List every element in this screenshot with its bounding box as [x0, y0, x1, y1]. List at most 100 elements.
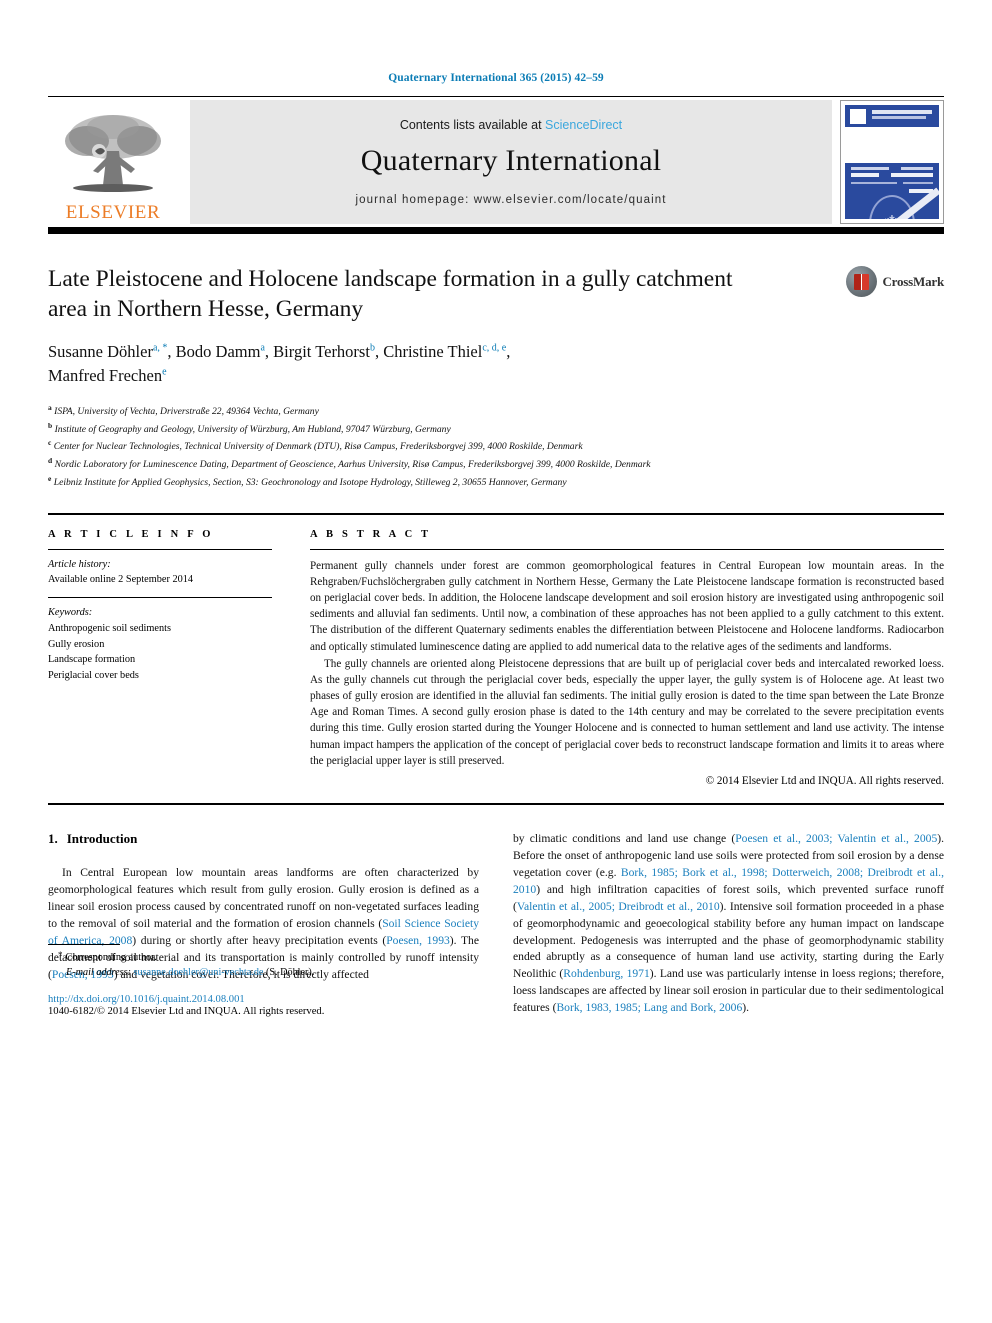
author-sup-5: e [162, 366, 167, 378]
intro-right-text-f: ). [742, 1001, 750, 1015]
author-name-5[interactable]: Manfred Frechen [48, 366, 162, 385]
affiliation-e: e Leibniz Institute for Applied Geophysi… [48, 473, 944, 491]
author-name-4[interactable]: Christine Thiel [383, 342, 482, 361]
cover-text-right-3 [903, 182, 933, 184]
cover-title-bar [872, 110, 932, 114]
intro-right-text-a: by climatic conditions and land use chan… [513, 832, 736, 846]
author-sup-4: c, d, e [482, 342, 507, 354]
email-suffix: (S. Döhler). [265, 966, 315, 978]
cover-art: ❄ [845, 105, 939, 219]
affiliation-list: a ISPA, University of Vechta, Driverstra… [48, 402, 944, 491]
intro-paragraph-right: by climatic conditions and land use chan… [513, 831, 944, 1017]
abstract-heading: A B S T R A C T [310, 528, 432, 540]
author-name-2[interactable]: Bodo Damm [176, 342, 261, 361]
section-title: Introduction [66, 831, 138, 847]
cover-white-panel [845, 127, 939, 163]
keyword-item: Gully erosion [48, 638, 105, 650]
author-name-3[interactable]: Birgit Terhorst [273, 342, 370, 361]
email-label: E-mail address: [66, 966, 131, 978]
abstract-rule [310, 548, 944, 550]
body-column-left: 1. Introduction In Central European low m… [48, 831, 479, 1017]
elsevier-tree-icon [65, 115, 161, 192]
info-section-top-rule [48, 512, 944, 515]
masthead-bottom-rule [48, 227, 944, 234]
author-name-1[interactable]: Susanne Döhler [48, 342, 153, 361]
affiliation-mark-e: e [48, 473, 52, 483]
abstract-column: A B S T R A C T Permanent gully channels… [296, 529, 944, 787]
crossmark-disc-icon [846, 266, 878, 297]
cover-text-left-1 [851, 167, 889, 170]
citation-link[interactable]: Valentin et al., 2005; Dreibrodt et al.,… [517, 900, 720, 913]
affiliation-text-a: ISPA, University of Vechta, Driverstraße… [54, 406, 319, 418]
author-sup-3: b [369, 342, 375, 354]
corresponding-author-note: * Corresponding author. [48, 949, 479, 965]
journal-reference: Quaternary International 365 (2015) 42–5… [388, 72, 604, 84]
masthead-center-band: Contents lists available at ScienceDirec… [190, 100, 832, 224]
article-info-column: A R T I C L E I N F O Article history: A… [48, 529, 296, 787]
affiliation-text-c: Center for Nuclear Technologies, Technic… [53, 441, 583, 453]
affiliation-text-e: Leibniz Institute for Applied Geophysics… [53, 477, 567, 489]
corresponding-author-label: Corresponding author. [65, 951, 157, 963]
author-sup-1: a, * [152, 342, 168, 354]
contents-prefix: Contents lists available at [399, 118, 546, 132]
journal-title: Quaternary International [360, 144, 662, 177]
keywords-group: Keywords: Anthropogenic soil sediments G… [48, 598, 272, 693]
crossmark-label: CrossMark [882, 273, 944, 289]
paper-page: Quaternary International 365 (2015) 42–5… [0, 0, 992, 1017]
affiliation-c: c Center for Nuclear Technologies, Techn… [48, 437, 944, 455]
issn-copyright-line: 1040-6182/© 2014 Elsevier Ltd and INQUA.… [48, 1006, 325, 1018]
page-title: Late Pleistocene and Holocene landscape … [48, 266, 733, 323]
cover-badge-icon [850, 109, 866, 124]
section-number: 1. [48, 831, 58, 847]
elsevier-wordmark: ELSEVIER [65, 202, 161, 223]
crossmark-badge[interactable]: CrossMark [846, 266, 944, 297]
affiliation-mark-d: d [48, 456, 53, 466]
cover-subtitle-bar [872, 116, 926, 119]
citation-link[interactable]: Poesen et al., 2003; Valentin et al., 20… [735, 832, 937, 845]
journal-masthead: ELSEVIER Contents lists available at Sci… [48, 100, 944, 224]
keywords-label: Keywords: [48, 607, 93, 619]
abstract-bottom-rule [48, 803, 944, 806]
title-block: CrossMark Late Pleistocene and Holocene … [48, 264, 944, 491]
email-note: E-mail address: susanne.doehler@uni-vech… [48, 965, 479, 980]
affiliation-mark-a: a [48, 403, 52, 412]
affiliation-d: d Nordic Laboratory for Luminescence Dat… [48, 455, 944, 473]
keyword-item: Periglacial cover beds [48, 669, 139, 681]
elsevier-logo[interactable]: ELSEVIER [48, 100, 178, 224]
email-link[interactable]: susanne.doehler@uni-vechta.de [134, 967, 264, 978]
citation-link[interactable]: Bork, 1983, 1985; Lang and Bork, 2006 [556, 1001, 742, 1014]
body-column-right: by climatic conditions and land use chan… [513, 831, 944, 1017]
crossmark-book-icon [854, 273, 870, 290]
contents-available-line: Contents lists available at ScienceDirec… [400, 118, 622, 132]
sciencedirect-link[interactable]: ScienceDirect [545, 118, 622, 132]
doi-link[interactable]: http://dx.doi.org/10.1016/j.quaint.2014.… [48, 994, 479, 1005]
abstract-paragraph-1: Permanent gully channels under forest ar… [310, 559, 944, 653]
asterisk-icon: * [58, 949, 63, 960]
author-sup-2: a [260, 342, 265, 354]
article-history-value: Available online 2 September 2014 [48, 574, 194, 586]
abstract-copyright: © 2014 Elsevier Ltd and INQUA. All right… [705, 775, 944, 788]
journal-cover-thumbnail[interactable]: ❄ [840, 100, 944, 224]
body-columns: 1. Introduction In Central European low m… [48, 831, 944, 1017]
affiliation-text-d: Nordic Laboratory for Luminescence Datin… [54, 459, 651, 471]
cover-text-left-3 [851, 182, 897, 184]
affiliation-text-b: Institute of Geography and Geology, Univ… [54, 423, 451, 435]
cover-text-right-2 [891, 173, 933, 177]
info-abstract-section: A R T I C L E I N F O Article history: A… [48, 529, 944, 787]
affiliation-a: a ISPA, University of Vechta, Driverstra… [48, 402, 944, 420]
cover-text-left-2 [851, 173, 879, 177]
article-info-heading: A R T I C L E I N F O [48, 528, 214, 540]
section-heading-introduction: 1. Introduction [48, 831, 479, 847]
footnote-block: * Corresponding author. E-mail address: s… [48, 943, 479, 1018]
footnote-rule [48, 943, 120, 945]
affiliation-b: b Institute of Geography and Geology, Un… [48, 420, 944, 438]
affiliation-mark-c: c [48, 438, 52, 448]
author-list: Susanne Döhlera, *, Bodo Damma, Birgit T… [48, 342, 511, 386]
masthead-top-rule [48, 96, 944, 97]
journal-homepage-link[interactable]: journal homepage: www.elsevier.com/locat… [355, 194, 666, 206]
keyword-item: Landscape formation [48, 654, 136, 666]
abstract-paragraph-2: The gully channels are oriented along Pl… [310, 657, 944, 767]
article-history-label: Article history: [48, 558, 111, 570]
citation-link[interactable]: Rohdenburg, 1971 [563, 967, 649, 980]
affiliation-mark-b: b [48, 420, 53, 430]
